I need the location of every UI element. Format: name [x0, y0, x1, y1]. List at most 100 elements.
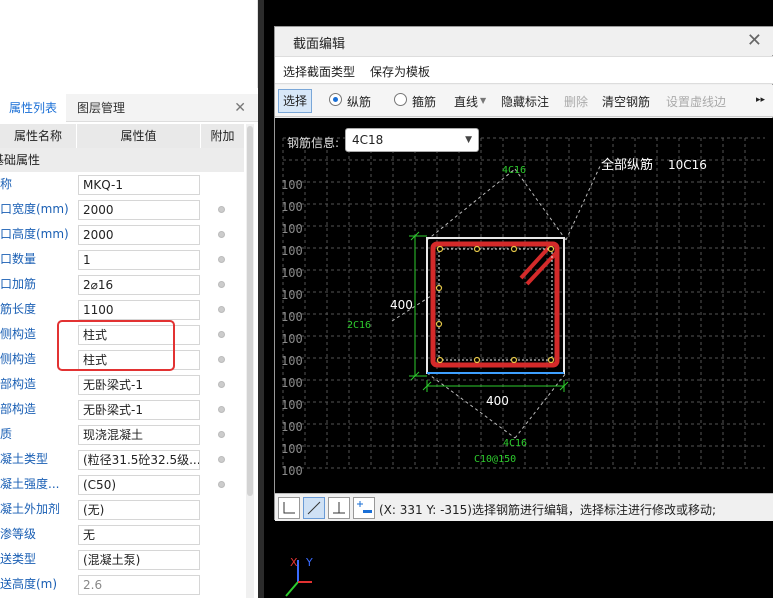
select-button[interactable]: 选择	[278, 89, 312, 113]
property-row[interactable]: 下部构造 无卧梁式-1	[0, 397, 244, 422]
close-icon[interactable]: ✕	[747, 30, 762, 51]
section-outline[interactable]	[426, 237, 565, 374]
highlight-box	[57, 320, 175, 371]
hide-annotation-button[interactable]: 隐藏标注	[501, 93, 549, 110]
property-row[interactable]: 加筋长度 1100	[0, 297, 244, 322]
top-bars-label[interactable]: 4C16	[502, 165, 526, 176]
property-value-field[interactable]: 无卧梁式-1	[78, 400, 200, 420]
extra-checkbox[interactable]	[218, 306, 225, 313]
section-canvas[interactable]: 100 100 100 100 100 100 100 100 100 100 100 100 100 1…	[275, 118, 773, 493]
property-value-field[interactable]: 1100	[78, 300, 200, 320]
property-row[interactable]: 材质 现浇混凝土	[0, 422, 244, 447]
property-value-field[interactable]: 无	[78, 525, 200, 545]
property-value-field[interactable]: (无)	[78, 500, 200, 520]
longitudinal-radio[interactable]	[329, 93, 342, 106]
property-value-field[interactable]: 2000	[78, 200, 200, 220]
delete-button[interactable]: 删除	[564, 93, 588, 110]
property-row[interactable]: 混凝土类型 (粒径31.5砼32.5级...	[0, 447, 244, 472]
property-value-field[interactable]: (C50)	[78, 475, 200, 495]
property-row[interactable]: 上部构造 无卧梁式-1	[0, 372, 244, 397]
property-name: 洞口高度(mm)	[0, 227, 69, 241]
grid-label: 100	[281, 200, 303, 214]
extra-checkbox[interactable]	[218, 481, 225, 488]
property-value-field[interactable]: 1	[78, 250, 200, 270]
panel-upper-area	[0, 0, 258, 88]
clear-rebar-button[interactable]: 清空钢筋	[602, 93, 650, 110]
grid-label: 100	[281, 332, 303, 346]
extra-checkbox[interactable]	[218, 331, 225, 338]
menu-save-template[interactable]: 保存为模板	[370, 63, 430, 80]
property-value-field[interactable]: 现浇混凝土	[78, 425, 200, 445]
add-point-icon[interactable]	[353, 497, 375, 519]
property-row[interactable]: 洞口高度(mm) 2000	[0, 222, 244, 247]
property-row[interactable]: 泵送类型 (混凝土泵)	[0, 547, 244, 572]
tab-layer-manage[interactable]: 图层管理	[68, 94, 134, 122]
tab-property-list[interactable]: 属性列表	[0, 94, 67, 122]
chevron-down-icon[interactable]: ▼	[480, 96, 486, 105]
extra-checkbox[interactable]	[218, 381, 225, 388]
panel-divider[interactable]	[258, 0, 264, 598]
property-row[interactable]: 洞口宽度(mm) 2000	[0, 197, 244, 222]
property-row[interactable]: 混凝土强度... (C50)	[0, 472, 244, 497]
extra-checkbox[interactable]	[218, 406, 225, 413]
property-name: 混凝土外加剂	[0, 502, 61, 516]
property-name: 混凝土强度...	[0, 477, 60, 491]
property-value-field[interactable]: 2000	[78, 225, 200, 245]
axis-indicator: X Y	[285, 556, 313, 597]
section-basic-props[interactable]: 基础属性	[0, 148, 244, 172]
property-name: 抗渗等级	[0, 527, 37, 541]
rebar-info-select[interactable]: 4C18 ▼	[345, 128, 479, 152]
stirrup-label[interactable]: 箍筋	[412, 93, 436, 110]
extra-checkbox[interactable]	[218, 231, 225, 238]
stirrup-radio[interactable]	[394, 93, 407, 106]
line-dropdown[interactable]: 直线	[454, 93, 478, 110]
toolbar-overflow-icon[interactable]: ▸▸	[756, 95, 765, 105]
extra-checkbox[interactable]	[218, 256, 225, 263]
bottom-bars-label[interactable]: 4C16	[503, 438, 527, 449]
dialog-menu: 选择截面类型 保存为模板	[275, 56, 773, 84]
scrollbar-thumb[interactable]	[247, 126, 253, 496]
property-value-field[interactable]: 2.6	[78, 575, 200, 595]
grid-label: 100	[281, 354, 303, 368]
property-row[interactable]: 混凝土外加剂 (无)	[0, 497, 244, 522]
property-name: 下部构造	[0, 402, 37, 416]
property-row[interactable]: 洞口数量 1	[0, 247, 244, 272]
header-value: 属性值	[77, 124, 200, 148]
property-value-field[interactable]: 2⌀16	[78, 275, 200, 295]
extra-checkbox[interactable]	[218, 206, 225, 213]
dialog-title: 截面编辑	[293, 37, 346, 52]
ortho-mode-icon[interactable]	[278, 497, 300, 519]
property-name: 洞口加筋	[0, 277, 37, 291]
perpendicular-mode-icon[interactable]	[328, 497, 350, 519]
property-value-field[interactable]: 无卧梁式-1	[78, 375, 200, 395]
extra-checkbox[interactable]	[218, 456, 225, 463]
property-row[interactable]: 名称 MKQ-1	[0, 172, 244, 197]
property-row[interactable]: 洞口加筋 2⌀16	[0, 272, 244, 297]
longitudinal-label[interactable]: 纵筋	[347, 93, 371, 110]
grid-label: 100	[281, 222, 303, 236]
header-name: 属性名称	[0, 124, 76, 148]
close-icon[interactable]: ✕	[234, 100, 246, 116]
property-row[interactable]: 泵送高度(m) 2.6	[0, 572, 244, 597]
menu-select-section-type[interactable]: 选择截面类型	[283, 63, 355, 80]
set-dashed-edge-button[interactable]: 设置虚线边	[666, 93, 726, 110]
dim-height-label[interactable]: 400	[390, 298, 413, 312]
stirrup-label[interactable]: C10@150	[474, 454, 516, 465]
extra-checkbox[interactable]	[218, 281, 225, 288]
header-extra: 附加	[201, 124, 244, 148]
property-value-field[interactable]: MKQ-1	[78, 175, 200, 195]
all-longitudinal-label[interactable]: 全部纵筋	[601, 157, 653, 173]
property-row[interactable]: 抗渗等级 无	[0, 522, 244, 547]
property-value-field[interactable]: (粒径31.5砼32.5级...	[78, 450, 200, 470]
oblique-mode-icon[interactable]	[303, 497, 325, 519]
property-name: 混凝土类型	[0, 452, 49, 466]
dialog-statusbar: (X: 331 Y: -315)选择钢筋进行编辑，选择标注进行修改或移动;	[275, 493, 773, 521]
extra-checkbox[interactable]	[218, 431, 225, 438]
stirrup[interactable]	[430, 241, 560, 368]
all-longitudinal-value[interactable]: 10C16	[668, 158, 707, 172]
left-bars-label[interactable]: 2C16	[347, 320, 371, 331]
property-value-field[interactable]: (混凝土泵)	[78, 550, 200, 570]
chevron-down-icon: ▼	[465, 135, 472, 145]
extra-checkbox[interactable]	[218, 356, 225, 363]
dim-width-label[interactable]: 400	[486, 394, 509, 408]
